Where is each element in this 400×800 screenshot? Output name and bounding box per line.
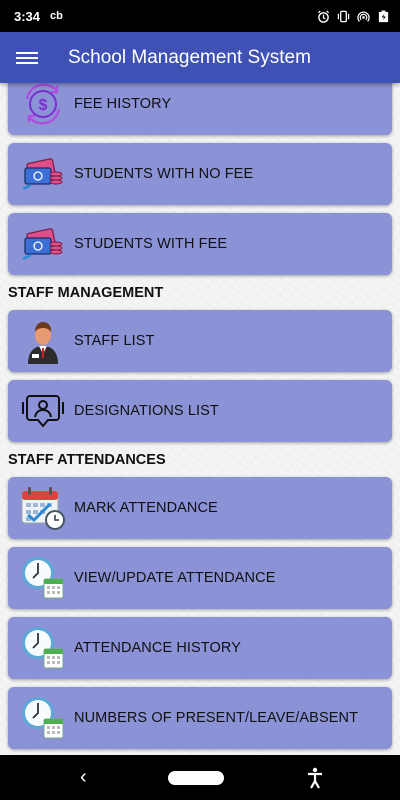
app-title: School Management System [68,46,311,68]
numbers-present-leave-absent-button[interactable]: NUMBERS OF PRESENT/LEAVE/ABSENT [8,687,392,749]
hotspot-icon [357,10,370,22]
designation-chat-icon [22,395,64,428]
clock-calendar-icon [22,557,64,599]
attendance-history-button[interactable]: ATTENDANCE HISTORY [8,617,392,679]
designations-list-label: DESIGNATIONS LIST [74,403,219,419]
calendar-clock-icon [21,487,65,530]
designations-list-button[interactable]: DESIGNATIONS LIST [8,380,392,442]
students-with-fee-label: STUDENTS WITH FEE [74,236,228,252]
navigation-bar: ‹ [0,755,400,800]
clock-calendar-icon [22,627,64,669]
home-pill-icon[interactable] [168,770,225,785]
app-bar: School Management System [0,32,400,83]
mark-attendance-button[interactable]: MARK ATTENDANCE [8,477,392,539]
alarm-icon [317,10,330,23]
attendance-history-label: ATTENDANCE HISTORY [74,640,241,656]
staff-management-header: STAFF MANAGEMENT [8,285,164,301]
vibrate-icon [337,10,350,22]
clock-calendar-icon [22,697,64,739]
status-bar: 3:34 cb [0,0,400,32]
battery-icon [378,9,389,22]
numbers-present-leave-absent-label: NUMBERS OF PRESENT/LEAVE/ABSENT [74,710,359,726]
accessibility-icon[interactable] [306,767,324,789]
status-carrier: cb [50,10,63,22]
money-cards-icon [22,158,63,191]
students-no-fee-button[interactable]: STUDENTS WITH NO FEE [8,143,392,205]
status-time: 3:34 [14,8,41,24]
hamburger-menu-icon[interactable] [16,49,38,67]
back-icon[interactable]: ‹ [80,766,87,789]
staff-person-icon [28,322,58,364]
dollar-cycle-icon: $ [25,83,61,125]
money-cards-icon [22,228,63,261]
view-update-attendance-button[interactable]: VIEW/UPDATE ATTENDANCE [8,547,392,609]
mark-attendance-label: MARK ATTENDANCE [74,500,218,516]
staff-list-label: STAFF LIST [74,333,155,349]
staff-list-button[interactable]: STAFF LIST [8,310,392,372]
fee-history-button[interactable]: $ FEE HISTORY [8,83,392,135]
menu-list[interactable]: $ FEE HISTORY STUDENTS WITH NO FEE STUDE… [0,83,400,755]
students-no-fee-label: STUDENTS WITH NO FEE [74,166,254,182]
fee-history-label: FEE HISTORY [74,96,172,112]
svg-text:$: $ [39,97,48,114]
view-update-attendance-label: VIEW/UPDATE ATTENDANCE [74,570,276,586]
staff-attendances-header: STAFF ATTENDANCES [8,452,166,468]
students-with-fee-button[interactable]: STUDENTS WITH FEE [8,213,392,275]
